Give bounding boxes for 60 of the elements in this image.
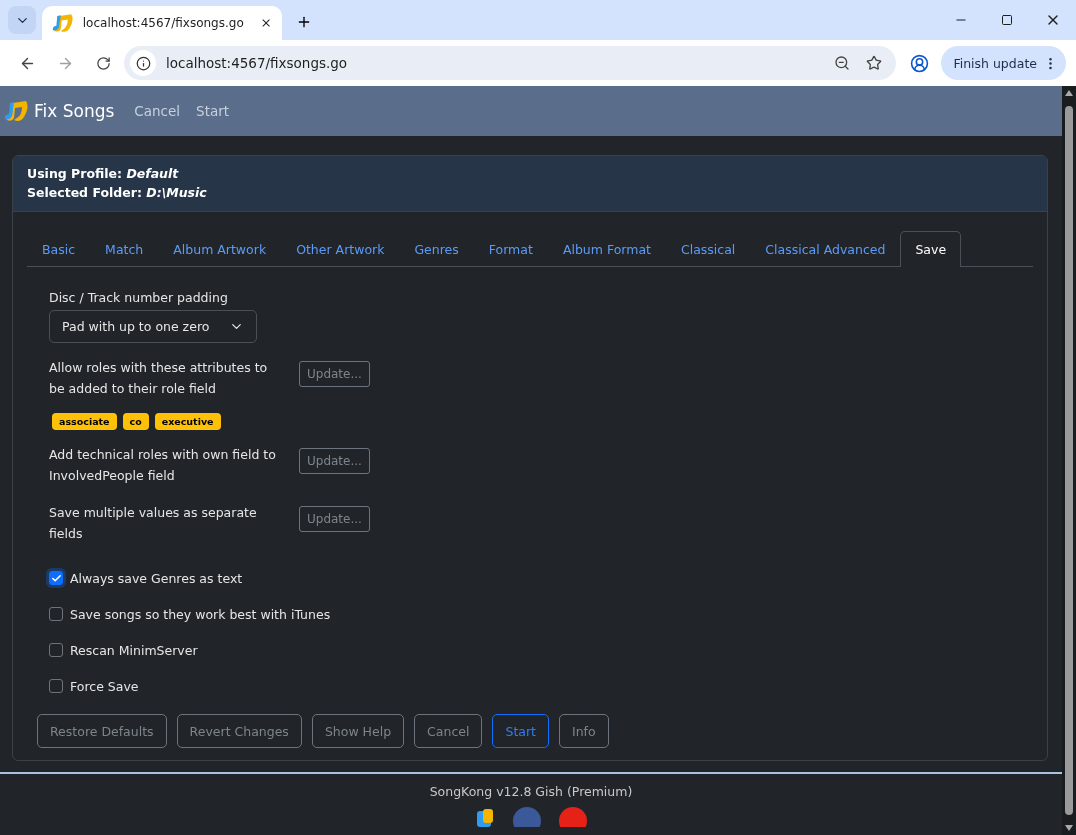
- action-button[interactable]: Info: [559, 714, 609, 748]
- tab[interactable]: Save: [900, 231, 962, 267]
- tag: co: [122, 413, 149, 430]
- scrollbar[interactable]: [1062, 86, 1076, 835]
- action-button[interactable]: Restore Defaults: [37, 714, 167, 748]
- update-button[interactable]: Update...: [299, 448, 370, 474]
- url-text: localhost:4567/fixsongs.go: [166, 55, 348, 71]
- tab[interactable]: Genres: [399, 231, 474, 267]
- music-note-icon: [52, 11, 75, 35]
- padding-select[interactable]: Pad with up to one zero: [49, 310, 257, 343]
- update-button[interactable]: Update...: [299, 361, 370, 387]
- profile-icon[interactable]: [910, 53, 930, 73]
- checkbox-label: Always save Genres as text: [70, 569, 243, 588]
- music-note-icon: [4, 99, 30, 123]
- action-button[interactable]: Revert Changes: [176, 714, 302, 748]
- tab[interactable]: Format: [473, 231, 548, 267]
- action-button[interactable]: Start: [492, 714, 549, 748]
- info-icon[interactable]: [135, 55, 151, 71]
- scroll-up-icon[interactable]: [1065, 90, 1073, 96]
- checkbox-label: Save songs so they work best with iTunes: [70, 605, 331, 624]
- app-logo-icon[interactable]: [475, 807, 495, 827]
- finish-update-button[interactable]: Finish update: [941, 46, 1066, 80]
- tab[interactable]: Match: [90, 231, 159, 267]
- checkbox[interactable]: [49, 679, 63, 693]
- star-icon[interactable]: [866, 55, 883, 71]
- tab[interactable]: Album Format: [547, 231, 666, 267]
- tag: executive: [154, 413, 221, 430]
- nav-link[interactable]: Cancel: [134, 103, 181, 119]
- tab[interactable]: Classical Advanced: [750, 231, 901, 267]
- browser-tab[interactable]: localhost:4567/fixsongs.go: [42, 6, 282, 40]
- checkbox[interactable]: [49, 643, 63, 657]
- folder-text: Selected Folder: D:\Music: [27, 185, 208, 200]
- new-tab-icon[interactable]: [296, 14, 312, 30]
- action-button[interactable]: Show Help: [311, 714, 405, 748]
- tab[interactable]: Album Artwork: [158, 231, 282, 267]
- tab[interactable]: Classical: [665, 231, 751, 267]
- setting-label: Save multiple values as separate fields: [49, 504, 258, 543]
- scroll-down-icon[interactable]: [1065, 825, 1073, 831]
- checkbox-label: Force Save: [70, 677, 139, 696]
- checkbox[interactable]: [49, 571, 63, 585]
- action-button[interactable]: Cancel: [414, 714, 483, 748]
- setting-label: Add technical roles with own field to InvolvedPeople field: [49, 446, 277, 485]
- tab[interactable]: Basic: [27, 231, 91, 267]
- reload-icon[interactable]: [95, 55, 111, 71]
- profile-text: Using Profile: Default: [27, 166, 180, 181]
- version-text: SongKong v12.8 Gish (Premium): [429, 784, 633, 799]
- update-button[interactable]: Update...: [299, 506, 370, 532]
- zoom-out-icon[interactable]: [834, 55, 851, 71]
- video-icon[interactable]: [559, 807, 587, 827]
- checkbox[interactable]: [49, 607, 63, 621]
- checkbox-label: Rescan MinimServer: [70, 641, 198, 660]
- setting-label: Allow roles with these attributes to be added to their role field: [49, 359, 269, 398]
- nav-link[interactable]: Start: [196, 103, 230, 119]
- tab-title: localhost:4567/fixsongs.go: [82, 16, 244, 30]
- tag: associate: [52, 413, 117, 430]
- app-title: Fix Songs: [34, 101, 115, 121]
- tab[interactable]: Other Artwork: [281, 231, 400, 267]
- address-bar[interactable]: localhost:4567/fixsongs.go: [124, 46, 897, 80]
- field-label: Disc / Track number padding: [49, 289, 229, 307]
- maximize-icon[interactable]: [1001, 14, 1013, 26]
